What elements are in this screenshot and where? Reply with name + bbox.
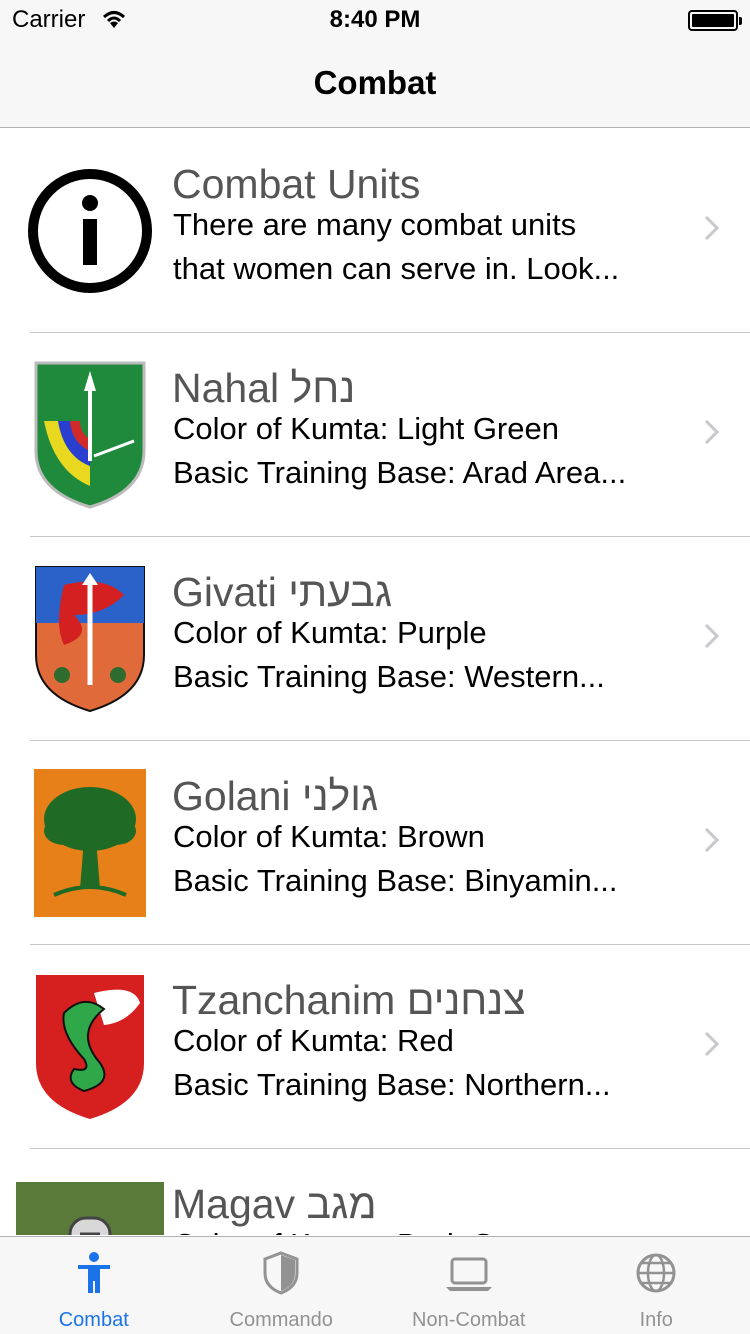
row-detail: Basic Training Base: Binyamin... [173, 863, 618, 898]
person-icon [77, 1252, 110, 1293]
shield-icon [263, 1251, 299, 1295]
row-title: Combat Units [172, 161, 421, 207]
row-detail: that women can serve in. Look... [173, 251, 620, 286]
tzanchanim-emblem-icon [20, 969, 160, 1125]
tab-label: Commando [229, 1309, 333, 1331]
row-subtitle: There are many combat units [173, 207, 577, 242]
row-subtitle: Color of Kumta: Light Green [173, 411, 559, 446]
chevron-right-icon [704, 419, 720, 445]
status-bar: Carrier 8:40 PM [0, 0, 750, 40]
magav-emblem-icon [16, 1179, 164, 1235]
row-title: Givati גבעתי [172, 569, 393, 615]
chevron-right-icon [704, 1031, 720, 1057]
list-item-golani[interactable]: Golani גולני Color of Kumta: Brown Basic… [0, 741, 750, 945]
tab-label: Non-Combat [412, 1309, 526, 1331]
chevron-right-icon [704, 215, 720, 241]
list-item-magav[interactable]: Magav מגב Color of Kumta: Dark Green [0, 1149, 750, 1235]
row-title: Magav מגב [172, 1181, 377, 1227]
chevron-right-icon [704, 827, 720, 853]
list-item-givati[interactable]: Givati גבעתי Color of Kumta: Purple Basi… [0, 537, 750, 741]
row-title: Golani גולני [172, 773, 379, 819]
list-item-tzanchanim[interactable]: Tzanchanim צנחנים Color of Kumta: Red Ba… [0, 945, 750, 1149]
tab-label: Combat [58, 1309, 129, 1331]
info-icon [20, 153, 160, 309]
row-detail: Basic Training Base: Northern... [173, 1067, 611, 1102]
row-detail: Basic Training Base: Western... [173, 659, 605, 694]
row-subtitle: Color of Kumta: Brown [173, 819, 485, 854]
givati-emblem-icon [20, 561, 160, 717]
status-time: 8:40 PM [329, 6, 421, 33]
row-subtitle: Color of Kumta: Purple [173, 615, 487, 650]
nahal-emblem-icon [20, 357, 160, 513]
tab-label: Info [639, 1309, 673, 1331]
tab-commando[interactable]: Commando [188, 1237, 376, 1334]
list-item-nahal[interactable]: Nahal נחל Color of Kumta: Light Green Ba… [0, 333, 750, 537]
navigation-bar: Combat [0, 40, 750, 128]
laptop-icon [445, 1257, 492, 1291]
golani-emblem-icon [20, 765, 160, 921]
globe-icon [636, 1253, 676, 1293]
tab-non-combat[interactable]: Non-Combat [375, 1237, 563, 1334]
page-title: Combat [313, 64, 437, 101]
list-item-combat-units[interactable]: Combat Units There are many combat units… [0, 129, 750, 333]
row-title: Nahal נחל [172, 365, 356, 411]
units-list: Combat Units There are many combat units… [0, 129, 750, 1235]
row-subtitle: Color of Kumta: Dark Green [173, 1227, 673, 1235]
tab-info[interactable]: Info [563, 1237, 750, 1334]
row-subtitle: Color of Kumta: Red [173, 1023, 454, 1058]
row-detail: Basic Training Base: Arad Area... [173, 455, 627, 490]
row-title: Tzanchanim צנחנים [172, 977, 526, 1023]
battery-icon [688, 10, 742, 31]
chevron-right-icon [704, 623, 720, 649]
tab-bar: Combat Commando Non-Combat Info [0, 1236, 750, 1334]
tab-combat[interactable]: Combat [0, 1237, 188, 1334]
